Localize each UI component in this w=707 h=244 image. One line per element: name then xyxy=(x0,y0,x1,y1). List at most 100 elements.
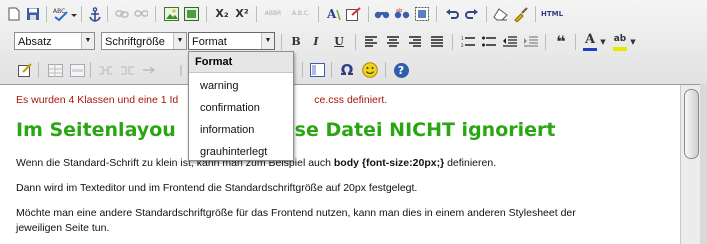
vertical-scrollbar[interactable] xyxy=(680,85,701,244)
toolbar-separator xyxy=(46,6,47,22)
bold-button[interactable]: B xyxy=(287,33,305,51)
toolbar-separator xyxy=(302,62,303,78)
editor-toolbar: ABC X₂ X² ABBR A.B.C. A ab HTML Absatz ▼… xyxy=(0,0,707,85)
spellcheck-icon[interactable]: ABC xyxy=(52,5,78,23)
align-center-icon[interactable] xyxy=(384,33,402,51)
format-dropdown-header: Format xyxy=(189,52,293,73)
toolbar-separator xyxy=(81,6,82,22)
select-all-icon[interactable] xyxy=(413,5,431,23)
toolbar-separator xyxy=(436,6,437,22)
editor-frame-edge xyxy=(700,84,707,244)
find-icon[interactable] xyxy=(373,5,391,23)
svg-text:ABC: ABC xyxy=(53,8,65,15)
redo-icon[interactable] xyxy=(463,5,481,23)
unlink-icon[interactable] xyxy=(132,5,150,23)
font-size-combo[interactable]: Schriftgröße ▼ xyxy=(101,32,187,50)
text-color-bar xyxy=(583,48,597,51)
eraser-icon[interactable] xyxy=(492,5,510,23)
toolbar-separator xyxy=(355,34,356,50)
abbreviation-button[interactable]: ABBR xyxy=(260,5,286,23)
paragraph-3-line-1: Möchte man eine andere Standardschriftgr… xyxy=(16,207,576,219)
paragraph-1-bold: body {font-size:20px;} xyxy=(333,157,445,169)
underline-button[interactable]: U xyxy=(330,33,348,51)
toolbar-separator xyxy=(486,6,487,22)
chevron-down-icon[interactable]: ▼ xyxy=(599,33,607,51)
chevron-down-icon[interactable]: ▼ xyxy=(629,33,637,51)
subscript-icon[interactable]: X₂ xyxy=(213,5,231,23)
bullet-list-icon[interactable] xyxy=(480,33,498,51)
help-icon[interactable]: ? xyxy=(392,61,410,79)
svg-text:ab: ab xyxy=(396,8,402,14)
scrollbar-thumb[interactable] xyxy=(684,89,699,159)
toolbar-separator xyxy=(38,62,39,78)
acronym-button[interactable]: A.B.C. xyxy=(288,5,314,23)
format-option-information[interactable]: information xyxy=(200,124,254,136)
toolbar-separator xyxy=(545,34,546,50)
align-right-icon[interactable] xyxy=(406,33,424,51)
split-cells-icon[interactable] xyxy=(118,61,136,79)
paragraph-combo-value: Absatz xyxy=(18,36,52,48)
notice-text-start: Es wurden 4 Klassen und eine 1 Id xyxy=(16,94,179,106)
paragraph-combo[interactable]: Absatz ▼ xyxy=(14,32,95,50)
toolbar-separator xyxy=(452,34,453,50)
toolbar-separator xyxy=(256,6,257,22)
paragraph-3-line-2: jeweiligen Seite tun. xyxy=(16,222,110,234)
smiley-icon[interactable] xyxy=(361,61,379,79)
toolbar-row-1: ABC X₂ X² ABBR A.B.C. A ab HTML xyxy=(0,0,707,28)
align-justify-icon[interactable] xyxy=(428,33,446,51)
toolbar-separator xyxy=(575,34,576,50)
table-icon[interactable] xyxy=(46,61,64,79)
italic-button[interactable]: I xyxy=(307,33,325,51)
insert-column-icon[interactable] xyxy=(140,61,158,79)
remove-format-icon[interactable] xyxy=(512,5,530,23)
style-text-icon[interactable]: A xyxy=(325,5,343,23)
toolbar-separator xyxy=(318,6,319,22)
insert-media-icon[interactable] xyxy=(182,5,200,23)
text-color-button[interactable]: A xyxy=(582,32,598,51)
format-combo-value: Format xyxy=(192,36,227,48)
background-color-button[interactable]: ab xyxy=(612,33,628,51)
special-character-button[interactable]: Ω xyxy=(338,61,356,79)
toolbar-separator xyxy=(368,6,369,22)
iframe-icon[interactable] xyxy=(308,61,326,79)
chevron-down-icon: ▼ xyxy=(173,33,186,49)
undo-icon[interactable] xyxy=(443,5,461,23)
insert-image-icon[interactable] xyxy=(162,5,180,23)
editor-content[interactable]: Es wurden 4 Klassen und eine 1 Id ce.css … xyxy=(0,85,680,244)
svg-text:1: 1 xyxy=(461,36,464,41)
replace-icon[interactable]: ab xyxy=(393,5,411,23)
toolbar-separator xyxy=(155,6,156,22)
format-option-warning[interactable]: warning xyxy=(200,80,239,92)
background-color-label: ab xyxy=(613,34,627,44)
toolbar-row-3: Ω ? xyxy=(0,56,707,84)
new-page-icon[interactable] xyxy=(5,5,23,23)
merge-cells-icon[interactable] xyxy=(96,61,114,79)
indent-icon[interactable] xyxy=(522,33,540,51)
table-row-icon[interactable] xyxy=(68,61,86,79)
chevron-down-icon: ▼ xyxy=(261,33,274,49)
align-left-icon[interactable] xyxy=(362,33,380,51)
superscript-icon[interactable]: X² xyxy=(233,5,251,23)
numbered-list-icon[interactable]: 12 xyxy=(459,33,477,51)
svg-text:2: 2 xyxy=(461,43,464,48)
toolbar-separator xyxy=(535,6,536,22)
toolbar-separator xyxy=(107,6,108,22)
link-icon[interactable] xyxy=(113,5,131,23)
format-dropdown: Format warning confirmation information … xyxy=(188,51,294,161)
format-combo[interactable]: Format ▼ xyxy=(188,32,275,50)
format-option-confirmation[interactable]: confirmation xyxy=(200,102,260,114)
save-icon[interactable] xyxy=(24,5,42,23)
toolbar-separator xyxy=(206,6,207,22)
source-html-button[interactable]: HTML xyxy=(541,5,563,23)
toolbar-row-2: Absatz ▼ Schriftgröße ▼ Format ▼ B I U 1… xyxy=(0,28,707,56)
paragraph-1-end: definieren. xyxy=(444,157,497,169)
outdent-icon[interactable] xyxy=(501,33,519,51)
format-option-grauhinterlegt[interactable]: grauhinterlegt xyxy=(200,146,267,158)
chevron-down-icon: ▼ xyxy=(81,33,94,49)
toolbar-separator xyxy=(281,34,282,50)
blockquote-button[interactable]: ❝ xyxy=(552,33,570,51)
edit-form-icon[interactable] xyxy=(16,61,34,79)
help-label: ? xyxy=(393,62,409,78)
attributes-icon[interactable] xyxy=(345,5,363,23)
anchor-icon[interactable] xyxy=(86,5,104,23)
